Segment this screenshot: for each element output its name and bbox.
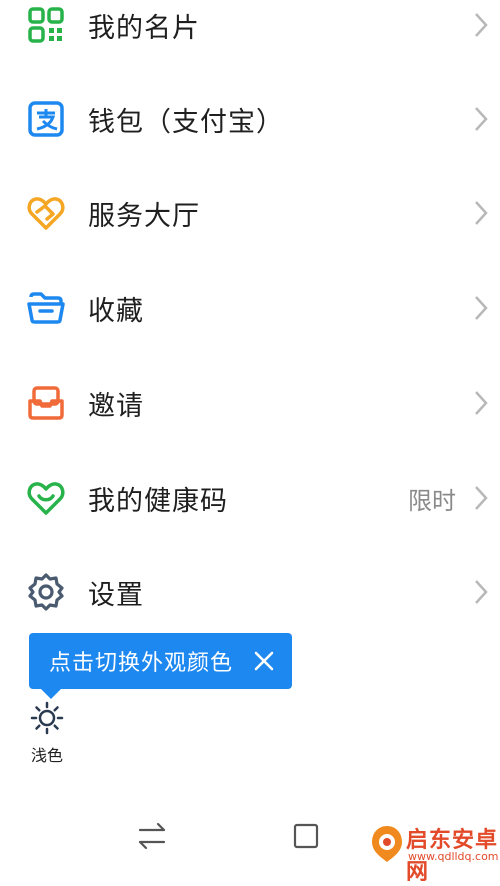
appearance-tooltip: 点击切换外观颜色	[29, 633, 292, 699]
tooltip-text: 点击切换外观颜色	[49, 651, 234, 676]
menu-item-label: 我的健康码	[88, 485, 228, 517]
heart-link-icon	[26, 193, 66, 233]
menu-item-service-hall[interactable]: 服务大厅	[0, 166, 500, 260]
sun-icon	[30, 701, 64, 735]
menu-item-label: 服务大厅	[88, 200, 200, 232]
gear-icon	[26, 572, 66, 612]
alipay-icon	[26, 99, 66, 139]
watermark: 启东安卓网 www.qdlldq.com	[370, 820, 500, 885]
health-heart-icon	[26, 478, 66, 518]
switch-icon[interactable]	[134, 818, 170, 854]
watermark-url: www.qdlldq.com	[408, 850, 499, 863]
menu-item-business-card[interactable]: 我的名片	[0, 0, 500, 72]
menu-item-invite[interactable]: 邀请	[0, 356, 500, 450]
chevron-right-icon	[475, 107, 488, 131]
menu-item-label: 我的名片	[88, 12, 200, 44]
chevron-right-icon	[475, 296, 488, 320]
menu-item-label: 设置	[88, 579, 144, 611]
menu-item-health-code[interactable]: 我的健康码 限时	[0, 451, 500, 545]
chevron-right-icon	[475, 201, 488, 225]
theme-toggle[interactable]: 浅色	[26, 700, 68, 766]
watermark-logo-icon	[372, 826, 402, 862]
menu-item-label: 收藏	[88, 295, 144, 327]
tooltip-arrow	[41, 689, 61, 699]
chevron-right-icon	[475, 13, 488, 37]
menu-item-favorites[interactable]: 收藏	[0, 261, 500, 355]
limited-badge: 限时	[408, 486, 456, 515]
inbox-icon	[26, 383, 66, 423]
menu-item-wallet[interactable]: 钱包（支付宝）	[0, 72, 500, 166]
menu-item-label: 钱包（支付宝）	[88, 106, 284, 138]
qr-code-icon	[26, 5, 66, 45]
chevron-right-icon	[475, 486, 488, 510]
close-icon[interactable]	[250, 647, 278, 675]
folder-icon	[26, 288, 66, 328]
theme-label: 浅色	[30, 746, 63, 765]
menu-item-label: 邀请	[88, 390, 144, 422]
menu-item-settings[interactable]: 设置	[0, 545, 500, 639]
square-icon[interactable]	[288, 818, 324, 854]
chevron-right-icon	[475, 391, 488, 415]
chevron-right-icon	[475, 580, 488, 604]
